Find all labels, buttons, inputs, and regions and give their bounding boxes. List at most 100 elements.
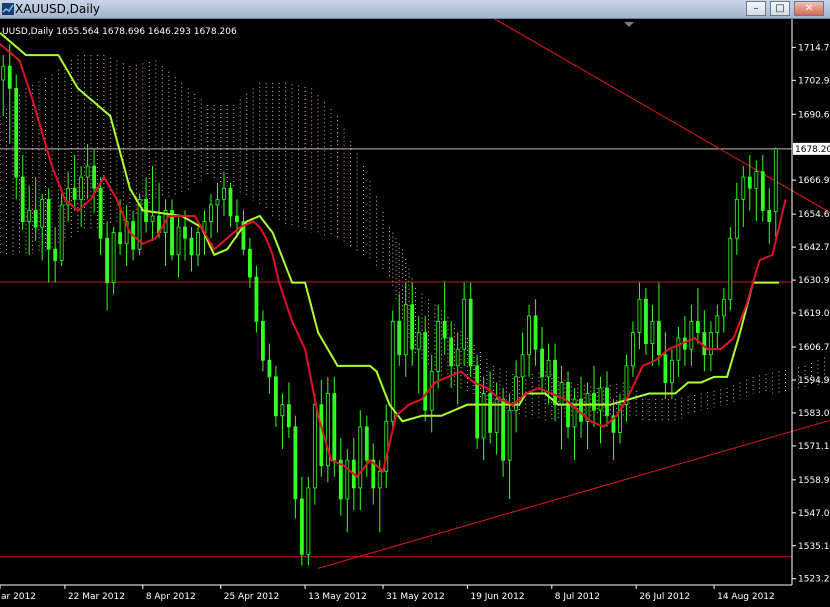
- time-tick-label: 31 May 2012: [386, 592, 445, 602]
- price-tick-label: 1535.14: [798, 542, 830, 552]
- candle-body: [605, 387, 609, 417]
- candle: [468, 282, 473, 377]
- candle-body: [501, 398, 506, 461]
- price-tick-label: 1583.02: [798, 409, 830, 419]
- trendlines: [317, 0, 830, 569]
- candle-body: [689, 321, 694, 350]
- candle: [215, 182, 220, 233]
- candle: [494, 382, 499, 455]
- candle-body: [40, 198, 45, 228]
- candle-body: [540, 348, 544, 378]
- candle-body: [631, 332, 635, 367]
- candle-body: [1, 65, 6, 81]
- candle-body: [715, 315, 720, 333]
- candle-body: [403, 304, 408, 356]
- candle: [209, 193, 213, 239]
- candle: [176, 215, 181, 278]
- candle: [397, 293, 402, 366]
- candle-body: [293, 426, 298, 500]
- candle: [371, 443, 376, 505]
- candle-body: [670, 359, 674, 383]
- candle-body: [708, 332, 713, 356]
- candle: [747, 154, 752, 211]
- candle-body: [657, 321, 661, 356]
- candle: [358, 410, 363, 511]
- candle-body: [760, 171, 765, 211]
- price-tick-label: 1547.02: [798, 509, 830, 519]
- time-tick-label: 13 May 2012: [308, 592, 367, 602]
- candle: [449, 321, 454, 389]
- candle-body: [663, 354, 668, 383]
- candle-body: [27, 210, 32, 222]
- candle-body: [98, 187, 103, 239]
- candle-body: [481, 393, 486, 439]
- candle: [222, 171, 226, 216]
- candle-body: [286, 404, 291, 428]
- candle: [241, 210, 246, 255]
- candle-body: [150, 215, 155, 222]
- candle-body: [14, 87, 19, 178]
- candle: [416, 315, 421, 394]
- candle-body: [449, 337, 454, 367]
- candle: [579, 376, 583, 438]
- candle-body: [416, 332, 421, 350]
- candle: [644, 288, 648, 355]
- price-tick-label: 1666.90: [798, 176, 830, 186]
- close-button[interactable]: ✕: [794, 1, 824, 16]
- candle: [611, 399, 616, 461]
- candle: [462, 282, 467, 366]
- candle: [228, 182, 233, 228]
- candle-body: [579, 398, 583, 422]
- horizontal-lines: [0, 148, 792, 558]
- price-tick-label: 1654.66: [798, 210, 830, 220]
- candle: [455, 332, 460, 405]
- candle-body: [235, 215, 239, 222]
- candle-body: [410, 304, 415, 350]
- shift-marker-icon[interactable]: [624, 22, 634, 27]
- chart-area[interactable]: 1714.78 1702.90 1690.66 1666.90 1654.66 1642.…: [0, 0, 830, 603]
- candle: [507, 393, 512, 499]
- candle: [442, 282, 447, 355]
- title-bar[interactable]: XAUUSD,Daily – □ ✕: [0, 0, 830, 19]
- candle-body: [170, 210, 174, 256]
- candle: [85, 143, 90, 200]
- candle: [144, 177, 148, 233]
- price-tick-label: 1690.66: [798, 110, 830, 120]
- candle-body: [319, 404, 324, 467]
- candle-body: [46, 198, 51, 250]
- time-tick-label: 14 Aug 2012: [717, 592, 775, 602]
- candle-body: [397, 321, 402, 356]
- candle: [481, 376, 486, 461]
- candle: [163, 199, 168, 266]
- candle-body: [345, 459, 350, 500]
- minimize-button[interactable]: –: [746, 1, 766, 16]
- candle: [663, 332, 668, 400]
- candle: [72, 154, 77, 211]
- candle: [721, 288, 726, 333]
- price-tick-label: 1558.90: [798, 476, 830, 486]
- candle: [734, 182, 739, 255]
- candle: [436, 304, 441, 389]
- candle: [488, 371, 493, 444]
- candle: [66, 171, 71, 222]
- time-tick-label: 25 Apr 2012: [224, 592, 280, 602]
- candle: [1, 55, 6, 117]
- candle-body: [598, 387, 603, 411]
- time-tick-label: 8 Jul 2012: [555, 592, 600, 602]
- candle: [267, 343, 272, 394]
- candle: [312, 393, 317, 505]
- price-tick-label: 1606.78: [798, 343, 830, 353]
- candle: [403, 282, 408, 377]
- candle-body: [488, 393, 493, 433]
- candle: [514, 360, 518, 433]
- maximize-button[interactable]: □: [770, 1, 790, 16]
- candle: [767, 188, 772, 244]
- candle-body: [299, 498, 304, 555]
- candle: [624, 354, 629, 422]
- candle-body: [228, 187, 233, 217]
- candle-body: [553, 359, 557, 406]
- price-chart[interactable]: 1714.78 1702.90 1690.66 1666.90 1654.66 1642.…: [0, 0, 830, 603]
- candle-body: [79, 176, 84, 200]
- candle-body: [734, 198, 739, 239]
- candle-body: [332, 393, 337, 461]
